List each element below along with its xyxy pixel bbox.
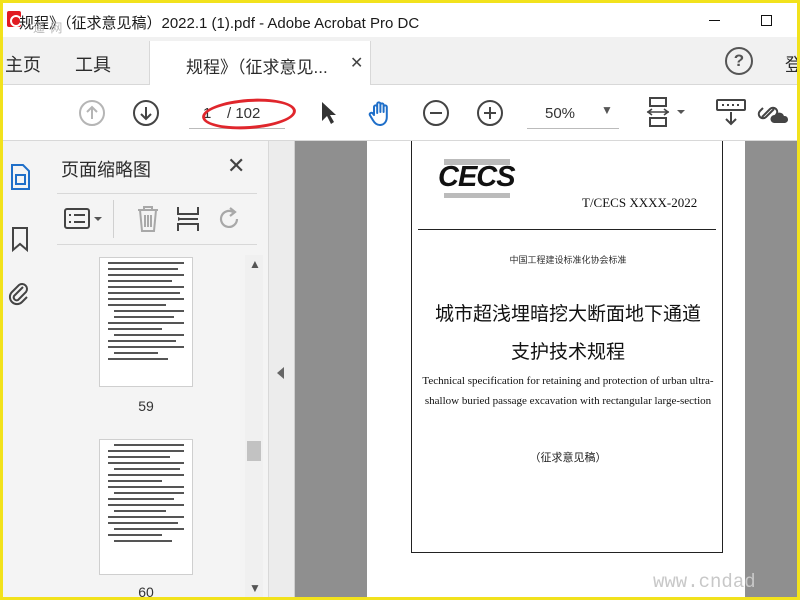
navigation-rail — [3, 141, 43, 597]
close-panel-icon[interactable]: ✕ — [227, 153, 245, 179]
window-title: 规程》（征求意见稿）2022.1 (1).pdf - Adobe Acrobat… — [19, 15, 420, 32]
close-tab-icon[interactable]: ✕ — [350, 53, 363, 73]
page-thumbnail[interactable] — [99, 257, 193, 387]
scroll-up-icon[interactable]: ▲ — [249, 257, 261, 271]
collapse-left-icon[interactable] — [277, 367, 284, 379]
page-thumbnails-panel: 页面缩略图 ✕ 59 60 ▲ ▼ — [43, 141, 269, 600]
next-page-button[interactable] — [129, 85, 163, 141]
insert-page-icon — [177, 207, 199, 231]
scrollbar-thumb[interactable] — [247, 441, 261, 461]
options-menu-icon — [64, 208, 102, 229]
rotate-page-button[interactable] — [217, 204, 243, 234]
site-watermark: www.cndad — [653, 571, 756, 593]
tab-home[interactable]: 主页 — [5, 51, 41, 77]
header-rule — [418, 229, 716, 230]
minimize-icon — [708, 19, 720, 21]
toolbar-divider — [113, 200, 114, 238]
cursor-arrow-icon — [322, 102, 336, 124]
tab-document[interactable]: 规程》（征求意见... ✕ — [149, 41, 371, 85]
hand-icon — [368, 101, 388, 126]
delete-page-button[interactable] — [135, 204, 161, 234]
maximize-icon — [760, 14, 772, 26]
bookmark-icon[interactable] — [9, 225, 31, 253]
fit-page-icon — [646, 97, 685, 127]
link-cloud-icon — [757, 106, 789, 123]
zoom-level-value: 50% — [545, 105, 576, 122]
page-thumbnail[interactable] — [99, 439, 193, 575]
rotate-icon — [219, 207, 239, 228]
main-toolbar: 1 / 102 50% ▼ — [3, 85, 797, 141]
zoom-level-select[interactable]: 50% ▼ — [527, 99, 619, 129]
help-icon[interactable]: ? — [725, 47, 753, 75]
zoom-out-button[interactable] — [421, 85, 451, 141]
maximize-button[interactable] — [743, 3, 789, 37]
previous-page-button[interactable] — [75, 85, 109, 141]
hand-tool-button[interactable] — [363, 85, 399, 141]
chinese-title-line2: 支护技术规程 — [510, 342, 625, 363]
arrow-up-circle-icon — [79, 100, 105, 126]
attachment-icon[interactable] — [7, 279, 31, 307]
document-margin — [745, 141, 797, 597]
collapse-panel-strip[interactable] — [269, 141, 295, 597]
title-bar: 规程》（征求意见稿）2022.1 (1).pdf - Adobe Acrobat… — [3, 3, 797, 37]
document-tab-label: 规程》（征求意见... — [186, 58, 328, 77]
trash-icon — [138, 206, 158, 232]
sign-in-button[interactable]: 登 — [785, 51, 797, 77]
plus-circle-icon — [477, 100, 503, 126]
tab-tools[interactable]: 工具 — [75, 51, 111, 77]
scroll-mode-button[interactable] — [711, 85, 751, 141]
minimize-button[interactable] — [691, 3, 737, 37]
thumbnail-page-number: 60 — [138, 584, 154, 600]
scroll-down-icon[interactable]: ▼ — [249, 581, 261, 595]
share-link-button[interactable] — [753, 85, 793, 141]
english-title: Technical specification for retaining an… — [422, 375, 714, 407]
keyboard-download-icon — [716, 99, 746, 126]
thumbnail-page-number: 59 — [138, 398, 154, 414]
page-thumbnails-icon[interactable] — [9, 163, 31, 191]
draft-label: （征求意见稿） — [529, 452, 607, 464]
watermark-text: 遥 网 — [33, 21, 64, 35]
chevron-down-icon: ▼ — [601, 103, 613, 117]
menu-tab-row: 主页 工具 规程》（征求意见... ✕ ? 登 — [3, 37, 797, 85]
minus-circle-icon — [423, 100, 449, 126]
arrow-down-circle-icon — [133, 100, 159, 126]
acrobat-window: 规程》（征求意见稿）2022.1 (1).pdf - Adobe Acrobat… — [0, 0, 800, 600]
select-tool-button[interactable] — [313, 85, 343, 141]
chinese-title-line1: 城市超浅埋暗挖大断面地下通道 — [434, 304, 701, 325]
thumbnail-toolbar — [57, 193, 257, 245]
pdf-page: CECS T/CECS XXXX-2022 中国工程建设标准化协会标准 城市超浅… — [367, 141, 745, 597]
insert-page-button[interactable] — [175, 204, 201, 234]
panel-title: 页面缩略图 — [61, 160, 151, 180]
cecs-logo-text: CECS — [438, 161, 516, 193]
association-label: 中国工程建设标准化协会标准 — [509, 255, 627, 265]
document-view[interactable]: CECS T/CECS XXXX-2022 中国工程建设标准化协会标准 城市超浅… — [269, 141, 797, 597]
thumbnail-options-button[interactable] — [63, 206, 107, 232]
standard-number: T/CECS XXXX-2022 — [582, 195, 698, 210]
cover-border: CECS T/CECS XXXX-2022 中国工程建设标准化协会标准 城市超浅… — [411, 141, 723, 553]
zoom-in-button[interactable] — [475, 85, 505, 141]
fit-page-button[interactable] — [643, 85, 689, 141]
thumbnail-scrollbar[interactable]: ▲ ▼ — [245, 255, 263, 597]
cecs-logo: CECS — [438, 157, 518, 199]
